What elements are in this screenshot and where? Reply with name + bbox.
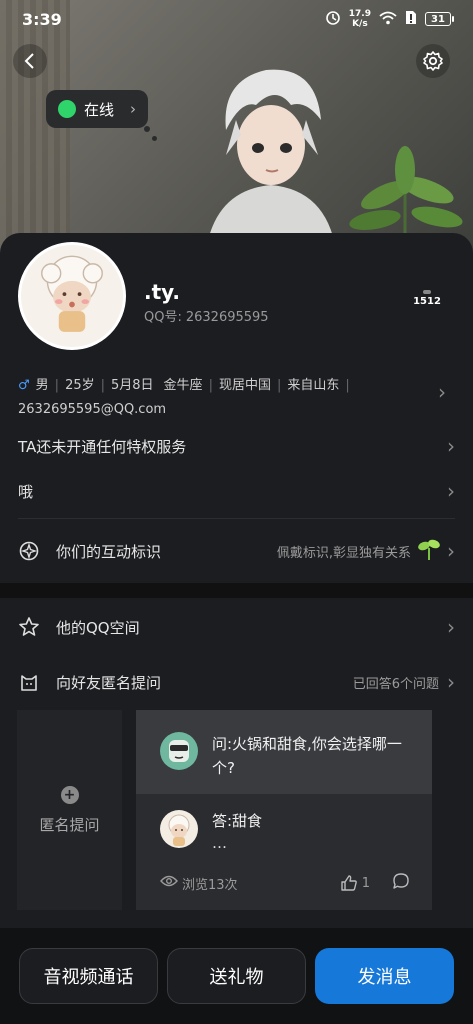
qzone-label: 他的QQ空间 xyxy=(56,618,140,637)
avatar[interactable] xyxy=(18,242,126,350)
info-separator: | xyxy=(100,378,105,393)
plus-icon: + xyxy=(60,785,79,804)
interaction-hint: 佩戴标识,彰显独有关系 xyxy=(276,545,411,561)
cover-curtain xyxy=(0,0,70,260)
back-button[interactable] xyxy=(13,44,47,78)
info-age: 25岁 xyxy=(65,378,95,393)
qa-footer: 浏览13次 1 xyxy=(160,872,410,894)
wifi-icon xyxy=(379,11,397,28)
cat-icon xyxy=(18,671,40,693)
info-separator: | xyxy=(54,378,60,393)
comment-button[interactable] xyxy=(392,872,410,894)
net-speed-value: 17.9 xyxy=(348,9,371,19)
profile-cover xyxy=(0,0,473,260)
settings-button[interactable] xyxy=(416,44,450,78)
star-icon xyxy=(18,616,40,638)
question-text: 问:火锅和甜食,你会选择哪一个? xyxy=(212,735,402,777)
info-separator: | xyxy=(345,378,350,393)
info-email: 2632695595@QQ.com xyxy=(18,402,167,417)
status-bubble-dot xyxy=(144,126,150,132)
info-separator: | xyxy=(208,378,213,393)
info-birthday: 5月8日 xyxy=(111,378,154,393)
status-bubble-dot xyxy=(152,136,157,141)
send-gift-button[interactable]: 送礼物 xyxy=(167,948,306,1004)
online-dot-icon xyxy=(58,100,76,118)
profile-info[interactable]: ♂ 男 | 25岁 | 5月8日 金牛座 | 现居中国 | 来自山东 | 2632695595@QQ.… xyxy=(18,374,428,422)
gear-icon xyxy=(423,51,443,71)
status-icons: 17.9 K/s 31 xyxy=(325,9,454,29)
eye-icon xyxy=(160,875,178,891)
male-icon: ♂ xyxy=(18,378,30,393)
alarm-icon xyxy=(325,10,341,29)
privilege-row[interactable]: TA还未开通任何特权服务 › xyxy=(18,432,455,460)
level-icon xyxy=(423,290,431,294)
video-call-button[interactable]: 音视频通话 xyxy=(19,948,158,1004)
answer-avatar xyxy=(160,810,198,848)
qq-number: 2632695595 xyxy=(185,310,269,325)
qq-number-label: QQ号: xyxy=(144,310,182,325)
answer-ellipsis: … xyxy=(212,834,227,852)
like-button[interactable]: 1 xyxy=(340,874,370,892)
chevron-right-icon: › xyxy=(130,100,136,118)
anon-avatar xyxy=(160,732,198,770)
info-separator: | xyxy=(276,378,282,393)
level-value: 1512 xyxy=(413,296,441,307)
anon-ask-label: 匿名提问 xyxy=(39,815,100,834)
net-speed: 17.9 K/s xyxy=(349,9,371,29)
anon-ask-card[interactable]: + 匿名提问 xyxy=(17,710,122,910)
qa-card[interactable]: 问:火锅和甜食,你会选择哪一个? 答:甜食 … 浏览13次 1 xyxy=(136,710,432,910)
info-zodiac: 金牛座 xyxy=(163,378,203,393)
chevron-right-icon: › xyxy=(447,479,455,503)
signature-row[interactable]: 哦 › xyxy=(18,477,455,505)
plant-decoration xyxy=(349,146,463,245)
divider xyxy=(18,518,455,519)
qzone-row[interactable]: 他的QQ空间 › xyxy=(18,612,455,642)
level-badge[interactable]: 1512 xyxy=(405,290,449,307)
anon-question-row[interactable]: 向好友匿名提问 已回答6个问题 › xyxy=(18,667,455,697)
signature-text: 哦 xyxy=(18,482,34,501)
sheep-avatar-image xyxy=(41,255,103,332)
info-location: 现居中国 xyxy=(218,378,271,393)
chevron-right-icon: › xyxy=(447,615,455,639)
info-gender: 男 xyxy=(35,378,49,393)
info-hometown: 来自山东 xyxy=(287,378,340,393)
send-message-button[interactable]: 发消息 xyxy=(315,948,454,1004)
avatar-3d-character[interactable] xyxy=(196,60,346,250)
anon-hint: 已回答6个问题 xyxy=(352,676,439,692)
info-chevron-icon: › xyxy=(438,380,446,404)
sim-alert-icon xyxy=(405,10,417,28)
qa-question: 问:火锅和甜食,你会选择哪一个? xyxy=(136,710,432,794)
sprout-icon xyxy=(417,538,441,564)
chevron-right-icon: › xyxy=(447,670,455,694)
chevron-left-icon xyxy=(24,53,34,69)
thumbs-up-icon xyxy=(341,875,357,891)
qq-number-line: QQ号: 2632695595 xyxy=(144,306,269,325)
battery-icon: 31 xyxy=(425,12,454,26)
comment-icon xyxy=(393,873,409,889)
anon-label: 向好友匿名提问 xyxy=(56,673,162,692)
status-bar: 3:39 17.9 K/s 31 xyxy=(0,0,473,38)
privilege-label: TA还未开通任何特权服务 xyxy=(18,437,187,456)
chevron-right-icon: › xyxy=(447,434,455,458)
net-speed-unit: K/s xyxy=(352,19,368,29)
answer-text: 答:甜食 xyxy=(212,812,263,830)
status-time: 3:39 xyxy=(22,9,62,29)
like-count: 1 xyxy=(361,875,370,891)
online-label: 在线 xyxy=(84,100,115,119)
online-status-pill[interactable]: 在线 › xyxy=(46,90,148,128)
interaction-label: 你们的互动标识 xyxy=(56,542,162,561)
nickname: .ty. xyxy=(144,280,180,304)
badge-gear-icon xyxy=(18,540,40,562)
interaction-badge-row[interactable]: 你们的互动标识 佩戴标识,彰显独有关系 › xyxy=(18,536,455,566)
views-count: 浏览13次 xyxy=(182,877,238,893)
chevron-right-icon: › xyxy=(447,539,455,563)
